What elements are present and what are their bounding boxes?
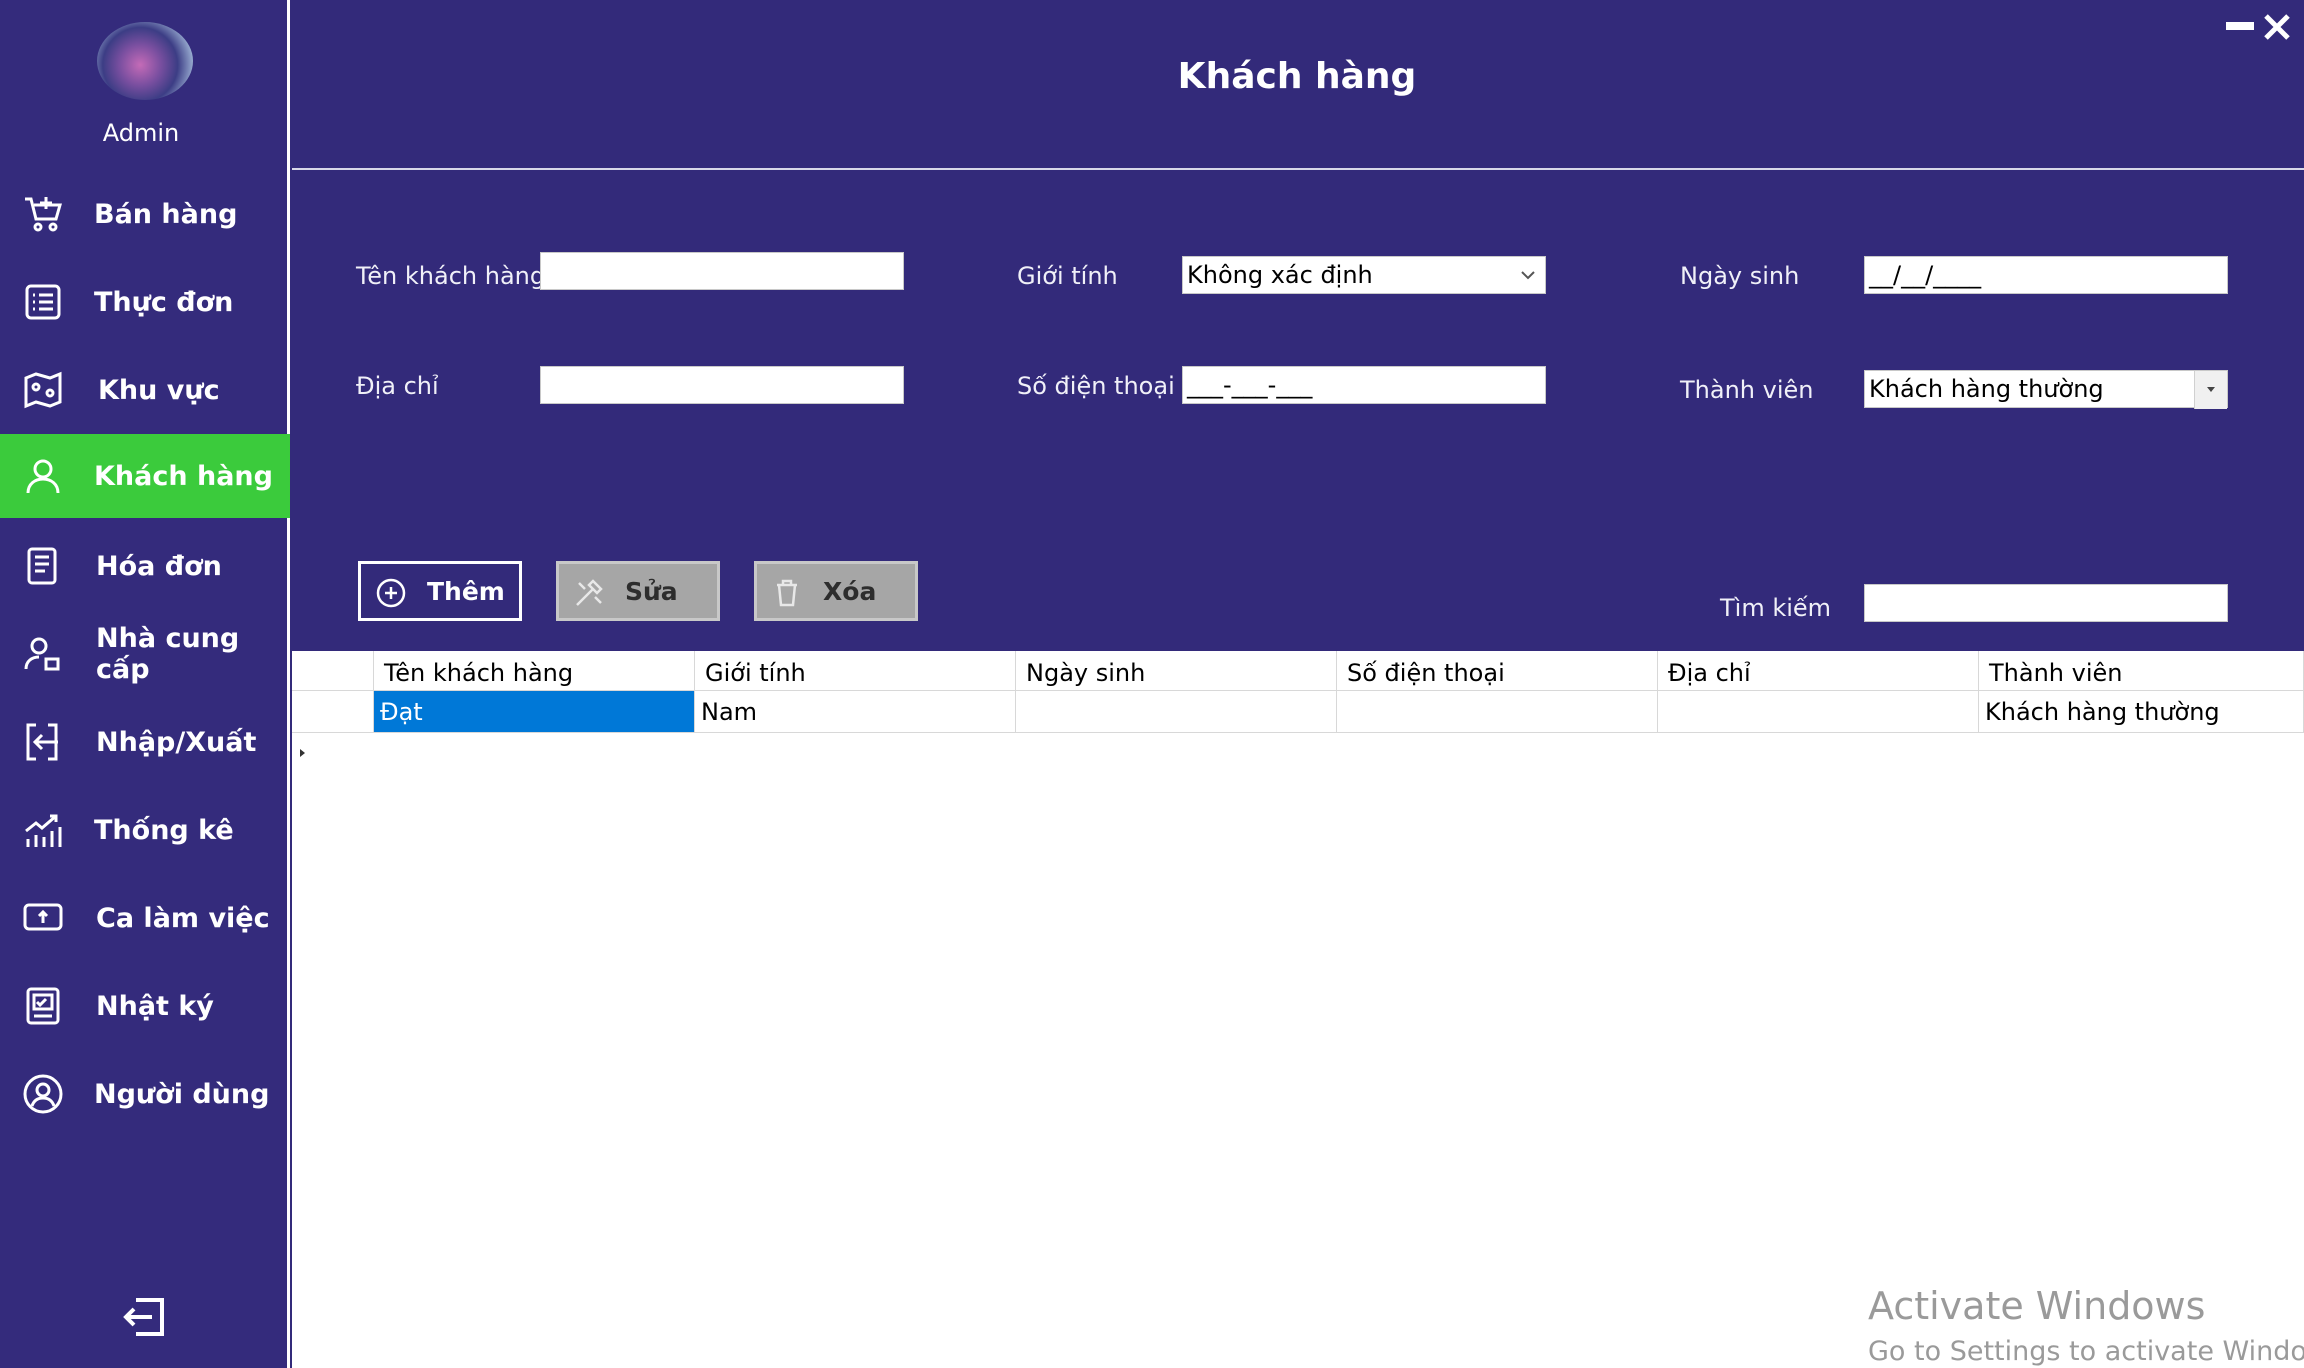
menu-list-icon [22, 281, 64, 323]
sidebar-item-label: Bán hàng [94, 198, 238, 230]
member-select[interactable]: Khách hàng thường [1864, 370, 2228, 409]
column-header[interactable]: Ngày sinh [1016, 651, 1337, 691]
member-select-button[interactable] [2194, 371, 2227, 409]
phone-input[interactable]: ___-___-___ [1182, 366, 1546, 404]
birth-label: Ngày sinh [1680, 262, 1800, 290]
phone-label: Số điện thoại [1017, 372, 1175, 400]
sidebar-item-thuc-don[interactable]: Thực đơn [0, 260, 290, 344]
sidebar-item-label: Ca làm việc [96, 902, 270, 934]
divider [292, 168, 2304, 170]
sidebar-item-label: Nhập/Xuất [96, 726, 257, 758]
user-name: Admin [102, 119, 180, 147]
tools-icon [576, 579, 603, 606]
table-cell[interactable]: Nam [695, 691, 1016, 733]
sidebar: Admin Bán hàng Thực đơn Khu vực Khách hà… [0, 0, 290, 1368]
name-label: Tên khách hàng [356, 262, 546, 290]
sidebar-item-label: Nhà cung cấp [96, 623, 240, 685]
sidebar-item-nha-cung-cap[interactable]: Nhà cung cấp [0, 612, 290, 696]
search-label: Tìm kiếm [1720, 594, 1832, 622]
chevron-down-icon [1521, 271, 1535, 280]
name-input[interactable] [540, 252, 904, 290]
row-header[interactable] [292, 691, 374, 757]
minimize-button[interactable] [2226, 22, 2254, 30]
page-title: Khách hàng [1177, 56, 1417, 97]
logout-icon[interactable] [120, 1292, 170, 1342]
map-icon [22, 369, 64, 411]
column-header[interactable]: Giới tính [695, 651, 1016, 691]
column-header[interactable]: Thành viên [1979, 651, 2304, 691]
sidebar-item-khach-hang[interactable]: Khách hàng [0, 434, 290, 518]
row-indicator-icon [300, 749, 305, 757]
supplier-icon [22, 633, 64, 675]
activation-watermark-subtitle: Go to Settings to activate Windows. [1868, 1336, 2304, 1367]
table-cell[interactable]: Đạt [374, 691, 695, 733]
activation-watermark-title: Activate Windows [1868, 1284, 2206, 1328]
bar-chart-icon [22, 809, 64, 851]
sidebar-item-label: Khu vực [98, 374, 220, 406]
search-input[interactable] [1864, 584, 2228, 622]
receipt-icon [22, 545, 64, 587]
member-select-value: Khách hàng thường [1869, 375, 2104, 403]
table-cell[interactable] [1337, 691, 1658, 733]
delete-button-label: Xóa [823, 576, 877, 606]
gender-select-value: Không xác định [1187, 261, 1373, 289]
sidebar-item-label: Người dùng [94, 1078, 270, 1110]
sidebar-item-hoa-don[interactable]: Hóa đơn [0, 524, 290, 608]
delete-button[interactable]: Xóa [754, 561, 918, 621]
sidebar-item-ca-lam-viec[interactable]: Ca làm việc [0, 876, 290, 960]
sidebar-item-nguoi-dung[interactable]: Người dùng [0, 1052, 290, 1136]
sidebar-item-label: Hóa đơn [96, 550, 222, 582]
address-input[interactable] [540, 366, 904, 404]
journal-icon [22, 985, 64, 1027]
plus-circle-icon [376, 578, 406, 608]
cart-add-icon [22, 193, 64, 235]
sidebar-item-nhap-xuat[interactable]: Nhập/Xuất [0, 700, 290, 784]
gender-label: Giới tính [1017, 262, 1118, 290]
add-button-label: Thêm [427, 576, 505, 606]
customer-table: Tên khách hàng Giới tính Ngày sinh Số đi… [292, 651, 2304, 1368]
sidebar-item-label: Nhật ký [96, 990, 214, 1022]
column-header[interactable]: Địa chỉ [1658, 651, 1979, 691]
table-cell[interactable] [1016, 691, 1337, 733]
laptop-icon [22, 897, 64, 939]
column-header[interactable]: Tên khách hàng [374, 651, 695, 691]
add-button[interactable]: Thêm [358, 561, 522, 621]
address-label: Địa chỉ [356, 372, 439, 400]
avatar[interactable] [97, 22, 193, 100]
trash-icon [777, 579, 797, 607]
edit-button[interactable]: Sửa [556, 561, 720, 621]
sidebar-item-label: Thống kê [94, 814, 234, 846]
sidebar-item-khu-vuc[interactable]: Khu vực [0, 348, 290, 432]
gender-select[interactable]: Không xác định [1182, 256, 1546, 294]
import-export-icon [22, 721, 64, 763]
column-header[interactable]: Số điện thoại [1337, 651, 1658, 691]
row-header-corner [292, 651, 374, 691]
table-cell[interactable]: Khách hàng thường [1979, 691, 2304, 733]
close-icon[interactable] [2262, 12, 2292, 42]
sidebar-item-nhat-ky[interactable]: Nhật ký [0, 964, 290, 1048]
edit-button-label: Sửa [625, 576, 678, 606]
sidebar-item-label: Thực đơn [94, 286, 234, 318]
sidebar-item-ban-hang[interactable]: Bán hàng [0, 172, 290, 256]
sidebar-item-thong-ke[interactable]: Thống kê [0, 788, 290, 872]
user-circle-icon [22, 1073, 64, 1115]
chevron-down-icon [2207, 387, 2215, 392]
member-label: Thành viên [1680, 376, 1814, 404]
birth-date-input[interactable]: __/__/____ [1864, 256, 2228, 294]
person-icon [22, 455, 64, 497]
table-cell[interactable] [1658, 691, 1979, 733]
sidebar-item-label: Khách hàng [94, 460, 273, 492]
